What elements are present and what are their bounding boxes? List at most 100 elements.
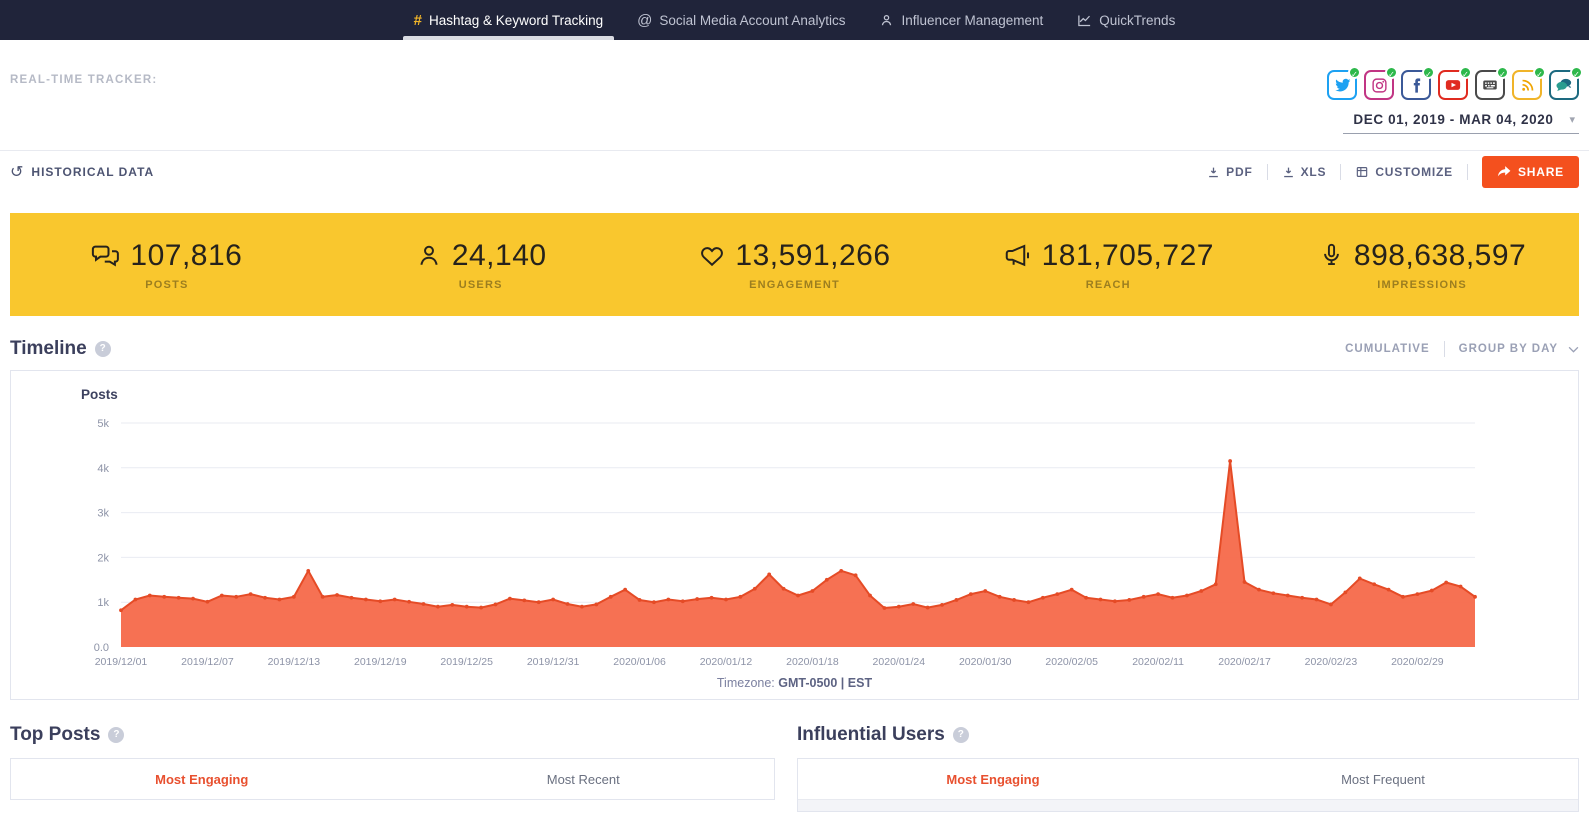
trend-icon bbox=[1077, 13, 1092, 28]
user-icon bbox=[415, 242, 443, 270]
tab-most-engaging-users[interactable]: Most Engaging bbox=[798, 759, 1188, 799]
divider bbox=[1444, 341, 1445, 357]
grid-icon bbox=[1355, 165, 1369, 179]
rss-icon[interactable]: ✓ bbox=[1512, 70, 1542, 100]
share-icon bbox=[1497, 166, 1511, 178]
realtime-tracker-label: REAL-TIME TRACKER: bbox=[10, 74, 157, 86]
svg-text:2019/12/31: 2019/12/31 bbox=[527, 656, 580, 668]
timezone-note: Timezone: GMT-0500 | EST bbox=[11, 676, 1578, 690]
nav-tab-label: Hashtag & Keyword Tracking bbox=[429, 13, 603, 28]
check-icon: ✓ bbox=[1348, 66, 1361, 79]
share-button[interactable]: SHARE bbox=[1482, 156, 1579, 188]
chevron-down-icon bbox=[1568, 346, 1579, 353]
top-nav: # Hashtag & Keyword Tracking @ Social Me… bbox=[0, 0, 1589, 40]
check-icon: ✓ bbox=[1496, 66, 1509, 79]
svg-text:2020/01/18: 2020/01/18 bbox=[786, 656, 839, 668]
help-icon[interactable]: ? bbox=[95, 341, 111, 357]
at-icon: @ bbox=[637, 12, 652, 29]
nav-tab-label: Influencer Management bbox=[901, 13, 1043, 28]
cumulative-toggle[interactable]: CUMULATIVE bbox=[1345, 343, 1430, 355]
svg-text:5k: 5k bbox=[97, 418, 109, 430]
hash-icon: # bbox=[414, 12, 422, 29]
svg-text:3k: 3k bbox=[97, 508, 109, 520]
keyboard-icon[interactable]: ✓ bbox=[1475, 70, 1505, 100]
engagement-value: 13,591,266 bbox=[735, 239, 890, 273]
tracker-header: REAL-TIME TRACKER: ✓ ✓ ✓ ✓ ✓ bbox=[0, 40, 1589, 150]
download-icon bbox=[1282, 166, 1295, 179]
pdf-download-button[interactable]: PDF bbox=[1193, 165, 1266, 179]
reach-value: 181,705,727 bbox=[1042, 239, 1214, 273]
facebook-icon[interactable]: ✓ bbox=[1401, 70, 1431, 100]
svg-text:2k: 2k bbox=[97, 552, 109, 564]
tab-most-engaging-posts[interactable]: Most Engaging bbox=[11, 759, 393, 799]
svg-text:2019/12/19: 2019/12/19 bbox=[354, 656, 407, 668]
check-icon: ✓ bbox=[1385, 66, 1398, 79]
influential-users-title: Influential Users bbox=[797, 724, 945, 746]
summary-stats-band: 107,816 POSTS 24,140 USERS 13,591,266 EN… bbox=[10, 213, 1579, 316]
svg-text:2019/12/13: 2019/12/13 bbox=[268, 656, 321, 668]
reach-label: REACH bbox=[1086, 279, 1131, 291]
nav-tab-influencer-management[interactable]: Influencer Management bbox=[862, 0, 1060, 40]
svg-text:2020/02/29: 2020/02/29 bbox=[1391, 656, 1444, 668]
xls-download-button[interactable]: XLS bbox=[1268, 165, 1341, 179]
divider bbox=[1467, 164, 1468, 180]
channel-toggles: ✓ ✓ ✓ ✓ ✓ ✓ bbox=[1327, 70, 1579, 100]
help-icon[interactable]: ? bbox=[953, 727, 969, 743]
top-posts-tab-box: Most Engaging Most Recent bbox=[10, 758, 775, 800]
svg-text:2019/12/07: 2019/12/07 bbox=[181, 656, 234, 668]
help-icon[interactable]: ? bbox=[108, 727, 124, 743]
stat-posts: 107,816 POSTS bbox=[10, 213, 324, 316]
top-posts-section: Top Posts ? Most Engaging Most Recent bbox=[10, 700, 775, 812]
nav-tab-hashtag-tracking[interactable]: # Hashtag & Keyword Tracking bbox=[397, 0, 620, 40]
svg-text:2020/01/06: 2020/01/06 bbox=[613, 656, 666, 668]
nav-tab-label: Social Media Account Analytics bbox=[659, 13, 845, 28]
forums-chat-icon[interactable]: ✓ bbox=[1549, 70, 1579, 100]
group-by-select[interactable]: GROUP BY DAY bbox=[1459, 343, 1579, 355]
historical-data-button[interactable]: ↺ HISTORICAL DATA bbox=[10, 164, 154, 180]
svg-text:1k: 1k bbox=[97, 597, 109, 609]
svg-text:2019/12/01: 2019/12/01 bbox=[95, 656, 148, 668]
svg-text:2020/02/05: 2020/02/05 bbox=[1045, 656, 1098, 668]
date-range-value: DEC 01, 2019 - MAR 04, 2020 bbox=[1353, 112, 1553, 127]
stat-reach: 181,705,727 REACH bbox=[951, 213, 1265, 316]
person-icon bbox=[879, 13, 894, 28]
date-range-picker[interactable]: DEC 01, 2019 - MAR 04, 2020 ▾ bbox=[1343, 112, 1579, 134]
check-icon: ✓ bbox=[1533, 66, 1546, 79]
timeline-title: Timeline bbox=[10, 338, 87, 360]
megaphone-icon bbox=[1003, 241, 1033, 271]
heart-icon bbox=[698, 242, 726, 270]
influential-users-tab-box: Most Engaging Most Frequent bbox=[797, 758, 1579, 812]
history-icon: ↺ bbox=[10, 164, 24, 180]
nav-tab-account-analytics[interactable]: @ Social Media Account Analytics bbox=[620, 0, 862, 40]
nav-tab-quicktrends[interactable]: QuickTrends bbox=[1060, 0, 1192, 40]
users-value: 24,140 bbox=[452, 239, 547, 273]
instagram-icon[interactable]: ✓ bbox=[1364, 70, 1394, 100]
svg-text:2020/01/30: 2020/01/30 bbox=[959, 656, 1012, 668]
svg-text:Posts: Posts bbox=[81, 387, 118, 402]
twitter-icon[interactable]: ✓ bbox=[1327, 70, 1357, 100]
check-icon: ✓ bbox=[1570, 66, 1583, 79]
user-row-stub bbox=[798, 799, 1578, 811]
svg-text:2020/02/11: 2020/02/11 bbox=[1132, 656, 1184, 668]
timeline-chart-panel: Posts 0.0 1k 2k 3k 4k 5k 2019/12/01 2019/12/07 20… bbox=[10, 370, 1579, 700]
svg-text:4k: 4k bbox=[97, 463, 109, 475]
impressions-label: IMPRESSIONS bbox=[1377, 279, 1467, 291]
tab-most-recent-posts[interactable]: Most Recent bbox=[393, 759, 775, 799]
report-toolbar: ↺ HISTORICAL DATA PDF XLS CUSTOMIZE SHAR… bbox=[0, 150, 1589, 193]
microphone-icon bbox=[1318, 242, 1345, 269]
timezone-value: GMT-0500 | EST bbox=[778, 676, 872, 690]
youtube-icon[interactable]: ✓ bbox=[1438, 70, 1468, 100]
users-label: USERS bbox=[459, 279, 503, 291]
timeline-chart-svg[interactable]: Posts 0.0 1k 2k 3k 4k 5k 2019/12/01 2019/12/07 20… bbox=[11, 371, 1578, 671]
stat-engagement: 13,591,266 ENGAGEMENT bbox=[638, 213, 952, 316]
svg-text:2020/01/24: 2020/01/24 bbox=[873, 656, 926, 668]
check-icon: ✓ bbox=[1459, 66, 1472, 79]
top-posts-title: Top Posts bbox=[10, 724, 100, 746]
customize-button[interactable]: CUSTOMIZE bbox=[1341, 165, 1467, 179]
svg-text:0.0: 0.0 bbox=[94, 642, 109, 654]
posts-label: POSTS bbox=[145, 279, 188, 291]
stat-users: 24,140 USERS bbox=[324, 213, 638, 316]
svg-text:2020/02/23: 2020/02/23 bbox=[1305, 656, 1358, 668]
svg-text:2020/01/12: 2020/01/12 bbox=[700, 656, 753, 668]
tab-most-frequent-users[interactable]: Most Frequent bbox=[1188, 759, 1578, 799]
